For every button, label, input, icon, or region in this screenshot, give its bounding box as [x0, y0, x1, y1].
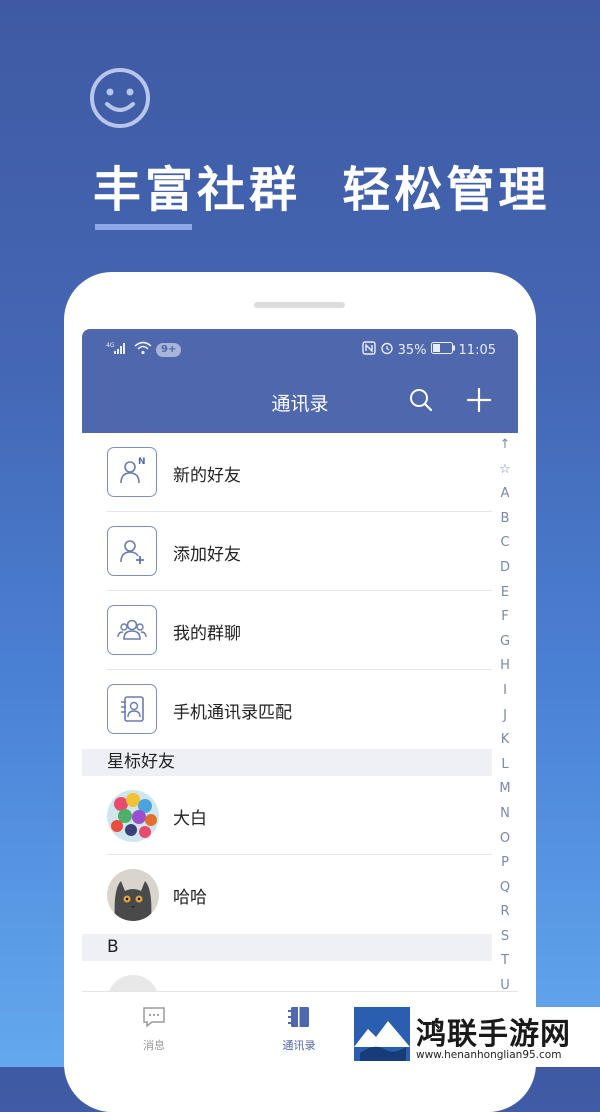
- alarm-icon: [380, 341, 394, 359]
- svg-text:N: N: [138, 457, 146, 467]
- index-letter[interactable]: S: [492, 925, 518, 950]
- tab-label: 通讯录: [282, 1039, 316, 1052]
- watermark-title: 鸿联手游网: [416, 1017, 571, 1052]
- alphabet-index[interactable]: ↑ ☆ A B C D E F G H I J K L M N O P Q R: [492, 433, 518, 999]
- index-letter[interactable]: E: [492, 581, 518, 606]
- menu-label: 手机通讯录匹配: [173, 703, 292, 723]
- index-letter[interactable]: L: [492, 753, 518, 778]
- contact-name: 大白: [173, 809, 207, 829]
- watermark: 鸿联手游网 www.henanhonglian95.com: [352, 1007, 600, 1067]
- headline-underline: [95, 224, 192, 230]
- notification-badge: 9+: [156, 343, 182, 357]
- index-letter[interactable]: M: [492, 777, 518, 802]
- index-letter[interactable]: C: [492, 531, 518, 556]
- tab-label: 消息: [143, 1039, 165, 1052]
- index-letter[interactable]: P: [492, 851, 518, 876]
- clock: 11:05: [458, 342, 496, 358]
- index-letter[interactable]: R: [492, 900, 518, 925]
- index-letter[interactable]: K: [492, 728, 518, 753]
- phone-frame: 4G 9+ 35% 11:05 通讯录 N 新的好友 添加好友 我的群聊 手机通…: [64, 272, 536, 1112]
- page-title: 通讯录: [271, 393, 329, 415]
- add-friend-icon: [107, 526, 157, 576]
- menu-add-friend[interactable]: 添加好友: [82, 512, 492, 591]
- index-letter[interactable]: I: [492, 679, 518, 704]
- index-letter[interactable]: ☆: [492, 458, 518, 483]
- balloons-avatar: [107, 790, 159, 842]
- menu-label: 添加好友: [173, 545, 241, 565]
- plus-icon: [466, 387, 492, 413]
- section-header-starred: 星标好友: [82, 749, 492, 776]
- svg-text:4G: 4G: [106, 342, 115, 349]
- wifi-icon: [134, 341, 152, 359]
- tab-contacts[interactable]: 通讯录: [254, 1006, 344, 1053]
- phone-speaker: [254, 302, 345, 308]
- contact-row-dabai[interactable]: 大白: [82, 776, 492, 855]
- menu-phone-contacts[interactable]: 手机通讯录匹配: [82, 670, 492, 749]
- contacts-book-icon: [288, 1007, 309, 1027]
- section-header-b: B: [82, 934, 492, 961]
- message-icon: [143, 1007, 165, 1028]
- battery-percent: 35%: [397, 342, 427, 358]
- index-letter[interactable]: H: [492, 654, 518, 679]
- menu-new-friends[interactable]: N 新的好友: [82, 433, 492, 512]
- menu-group-chats[interactable]: 我的群聊: [82, 591, 492, 670]
- index-letter[interactable]: D: [492, 556, 518, 581]
- index-letter[interactable]: F: [492, 605, 518, 630]
- smiley-face-icon: [88, 66, 152, 130]
- tab-messages[interactable]: 消息: [109, 1006, 199, 1053]
- index-letter[interactable]: ↑: [492, 433, 518, 458]
- index-letter[interactable]: J: [492, 704, 518, 729]
- index-letter[interactable]: A: [492, 482, 518, 507]
- status-bar: 4G 9+ 35% 11:05: [82, 329, 518, 369]
- phone-contacts-icon: [107, 684, 157, 734]
- contact-name: 哈哈: [173, 888, 207, 908]
- promo-headline: 丰富社群 轻松管理: [93, 162, 551, 218]
- index-letter[interactable]: Q: [492, 876, 518, 901]
- phone-screen: 4G 9+ 35% 11:05 通讯录 N 新的好友 添加好友 我的群聊 手机通…: [82, 329, 518, 1069]
- index-letter[interactable]: T: [492, 949, 518, 974]
- menu-label: 我的群聊: [173, 624, 241, 644]
- index-letter[interactable]: G: [492, 630, 518, 655]
- watermark-url: www.henanhonglian95.com: [416, 1049, 562, 1061]
- search-button[interactable]: [408, 387, 434, 413]
- signal-icon: 4G: [106, 341, 130, 359]
- nfc-icon: [361, 341, 376, 359]
- search-icon: [410, 389, 433, 412]
- add-button[interactable]: [466, 387, 492, 413]
- index-letter[interactable]: B: [492, 507, 518, 532]
- battery-icon: [430, 342, 455, 358]
- cat-avatar: [107, 869, 159, 921]
- new-friend-icon: N: [107, 447, 157, 497]
- index-letter[interactable]: N: [492, 802, 518, 827]
- contact-row-haha[interactable]: 哈哈: [82, 855, 492, 934]
- index-letter[interactable]: O: [492, 827, 518, 852]
- group-chat-icon: [107, 605, 157, 655]
- menu-label: 新的好友: [173, 466, 241, 486]
- watermark-logo: [354, 1007, 410, 1061]
- app-bar: 通讯录: [82, 369, 518, 433]
